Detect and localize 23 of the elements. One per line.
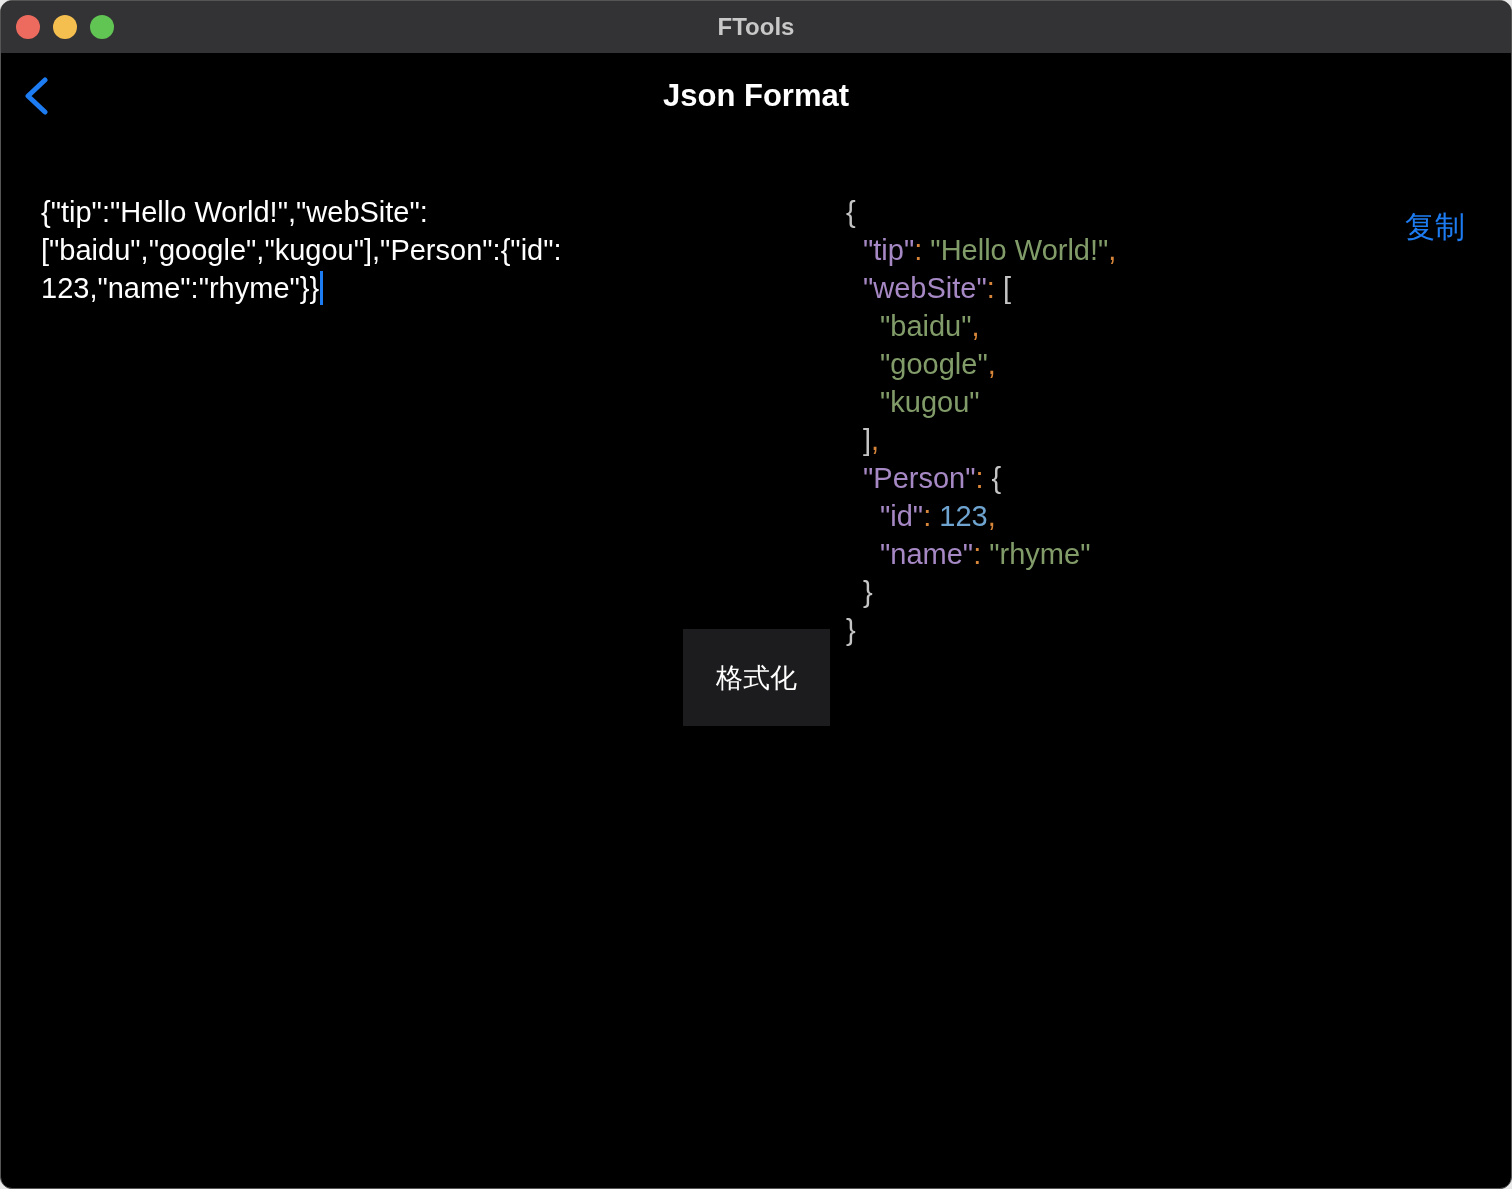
code-line: "baidu", [880, 309, 981, 344]
format-button[interactable]: 格式化 [683, 629, 830, 726]
minimize-icon[interactable] [53, 15, 77, 39]
copy-link[interactable]: 复制 [1405, 207, 1465, 248]
code-line: { [846, 195, 857, 230]
code-line: } [863, 575, 874, 610]
json-input-field[interactable]: {"tip":"Hello World!","webSite":["baidu","google","kugou"],"Person":{"id":123,"name":"rhyme"}} [41, 193, 571, 307]
code-line: "name": "rhyme" [880, 537, 1092, 572]
code-line: "id": 123, [880, 499, 997, 534]
text-caret [320, 271, 324, 305]
code-line: ], [863, 423, 881, 458]
code-line: "Person": { [863, 461, 1003, 496]
window-title: FTools [717, 13, 795, 41]
code-line: } [846, 613, 857, 648]
code-line: "kugou" [880, 385, 981, 420]
back-button[interactable] [23, 77, 49, 115]
code-line: "google", [880, 347, 997, 382]
close-icon[interactable] [16, 15, 40, 39]
code-line: "tip": "Hello World!", [863, 233, 1117, 268]
zoom-icon[interactable] [90, 15, 114, 39]
code-line: "webSite": [ [863, 271, 1012, 306]
back-icon [23, 77, 49, 115]
page-title: Json Format [663, 78, 849, 114]
